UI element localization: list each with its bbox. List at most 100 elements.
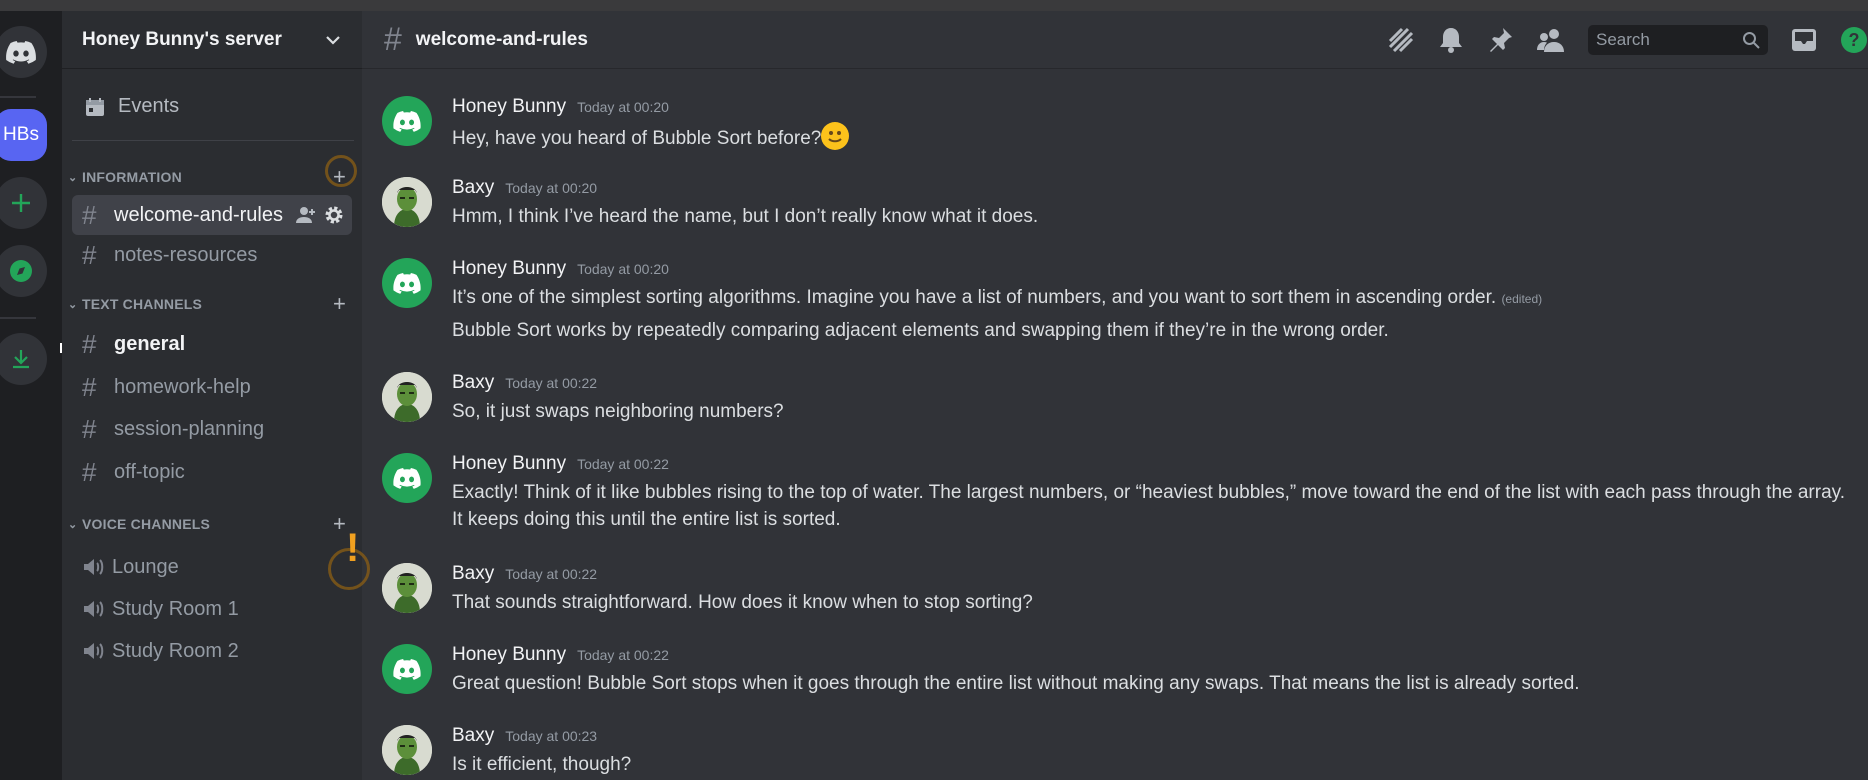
category-text-channels[interactable]: ⌄ TEXT CHANNELS + [68, 291, 358, 316]
message-author[interactable]: Honey Bunny [452, 96, 566, 118]
hulk-avatar-icon [382, 563, 432, 613]
pin-icon[interactable] [1486, 26, 1514, 54]
chevron-down-icon: ⌄ [68, 171, 78, 184]
hash-icon: # [384, 21, 402, 57]
avatar[interactable] [382, 258, 432, 308]
discord-logo-icon [393, 272, 421, 294]
threads-icon[interactable] [1386, 25, 1416, 55]
download-apps-button[interactable] [0, 333, 47, 385]
server-name: Honey Bunny's server [82, 28, 282, 50]
voice-channel-lounge[interactable]: Lounge [72, 547, 352, 587]
category-label: INFORMATION [82, 169, 182, 185]
message-timestamp: Today at 00:20 [577, 99, 669, 115]
channel-notes-resources[interactable]: # notes-resources [72, 235, 352, 275]
category-label: VOICE CHANNELS [82, 516, 211, 532]
message-line: Is it efficient, though? [452, 754, 632, 775]
message-line: Exactly! Think of it like bubbles rising… [452, 482, 1846, 530]
channel-label: Lounge [112, 555, 179, 578]
voice-channel-study-room-2[interactable]: Study Room 2 [72, 631, 352, 671]
category-information[interactable]: ⌄ INFORMATION + [68, 164, 358, 189]
message-content: Great question! Bubble Sort stops when i… [452, 670, 1852, 697]
message-content: Hmm, I think I’ve heard the name, but I … [452, 203, 1852, 230]
search-icon [1743, 32, 1760, 49]
channel-session-planning[interactable]: # session-planning [72, 409, 352, 449]
server-rail: HBs [0, 11, 62, 780]
channel-off-topic[interactable]: # off-topic [72, 452, 352, 492]
message-author[interactable]: Baxy [452, 725, 494, 747]
discord-home-button[interactable] [0, 26, 47, 78]
avatar[interactable] [382, 725, 432, 775]
create-channel-plus-icon[interactable]: + [333, 291, 346, 317]
channel-label: off-topic [114, 460, 185, 483]
invite-icon[interactable] [296, 206, 316, 224]
gear-icon[interactable] [324, 205, 344, 225]
rail-divider [0, 96, 36, 98]
channel-label: general [114, 332, 186, 355]
channel-welcome-and-rules[interactable]: # welcome-and-rules [72, 195, 352, 235]
header-toolbar: Search ? [1386, 11, 1868, 69]
message-author[interactable]: Honey Bunny [452, 453, 566, 475]
message-author[interactable]: Honey Bunny [452, 258, 566, 280]
channel-homework-help[interactable]: # homework-help [72, 367, 352, 407]
slight-smile-emoji-icon [821, 122, 850, 150]
message-timestamp: Today at 00:20 [505, 180, 598, 196]
chevron-down-icon: ⌄ [68, 298, 78, 311]
hash-icon: # [82, 371, 97, 402]
message-timestamp: Today at 00:22 [505, 375, 598, 391]
server-header[interactable]: Honey Bunny's server [62, 11, 362, 69]
message-line: Hmm, I think I’ve heard the name, but I … [452, 206, 1039, 227]
discord-logo-icon [393, 110, 421, 132]
avatar[interactable] [382, 177, 432, 227]
message-author[interactable]: Baxy [452, 563, 494, 585]
avatar[interactable] [382, 563, 432, 613]
highlight-ring [325, 155, 357, 187]
message-timestamp: Today at 00:23 [505, 728, 598, 744]
hash-icon: # [82, 413, 97, 444]
server-icon-hbs[interactable]: HBs [0, 109, 47, 161]
message-line: It’s one of the simplest sorting algorit… [452, 287, 1497, 308]
message-timestamp: Today at 00:22 [577, 647, 669, 663]
message-author[interactable]: Honey Bunny [452, 644, 566, 666]
category-voice-channels[interactable]: ⌄ VOICE CHANNELS + [68, 511, 358, 536]
channel-label: session-planning [114, 417, 265, 440]
voice-channel-study-room-1[interactable]: Study Room 1 [72, 589, 352, 629]
avatar[interactable] [382, 453, 432, 503]
channel-label: homework-help [114, 375, 251, 398]
help-icon[interactable]: ? [1840, 26, 1868, 54]
avatar[interactable] [382, 96, 432, 146]
hulk-avatar-icon [382, 177, 432, 227]
message-author[interactable]: Baxy [452, 177, 494, 199]
channel-label: Study Room 2 [112, 639, 239, 662]
message-author[interactable]: Baxy [452, 372, 494, 394]
avatar[interactable] [382, 644, 432, 694]
search-input[interactable]: Search [1588, 25, 1768, 55]
category-label: TEXT CHANNELS [82, 296, 203, 312]
events-link[interactable]: Events [84, 95, 179, 118]
message-content: Is it efficient, though? [452, 751, 1852, 778]
channel-label: welcome-and-rules [114, 203, 283, 226]
channel-header: # welcome-and-rules Search ? [362, 11, 1868, 69]
message-content: Exactly! Think of it like bubbles rising… [452, 479, 1852, 533]
sidebar-divider [72, 140, 354, 141]
compass-icon [10, 260, 32, 282]
create-channel-plus-icon[interactable]: + [333, 511, 346, 537]
inbox-icon[interactable] [1790, 27, 1818, 53]
add-server-button[interactable] [0, 177, 47, 229]
events-label: Events [118, 95, 180, 117]
channel-general[interactable]: # general [72, 324, 352, 364]
hash-icon: # [82, 328, 97, 359]
members-icon[interactable] [1536, 26, 1566, 54]
channel-label: notes-resources [114, 243, 258, 266]
channel-sidebar: Honey Bunny's server Events ⌄ INFORMATIO… [62, 11, 362, 780]
chevron-down-icon: ⌄ [68, 518, 78, 531]
hulk-avatar-icon [382, 372, 432, 422]
channel-title: welcome-and-rules [415, 28, 588, 50]
bell-icon[interactable] [1438, 26, 1464, 54]
server-icon-label: HBs [3, 124, 39, 145]
channel-label: Study Room 1 [112, 597, 239, 620]
explore-servers-button[interactable] [0, 245, 47, 297]
message-line: So, it just swaps neighboring numbers? [452, 401, 784, 422]
avatar[interactable] [382, 372, 432, 422]
message-content: That sounds straightforward. How does it… [452, 589, 1852, 616]
window-top-strip [0, 0, 1868, 11]
